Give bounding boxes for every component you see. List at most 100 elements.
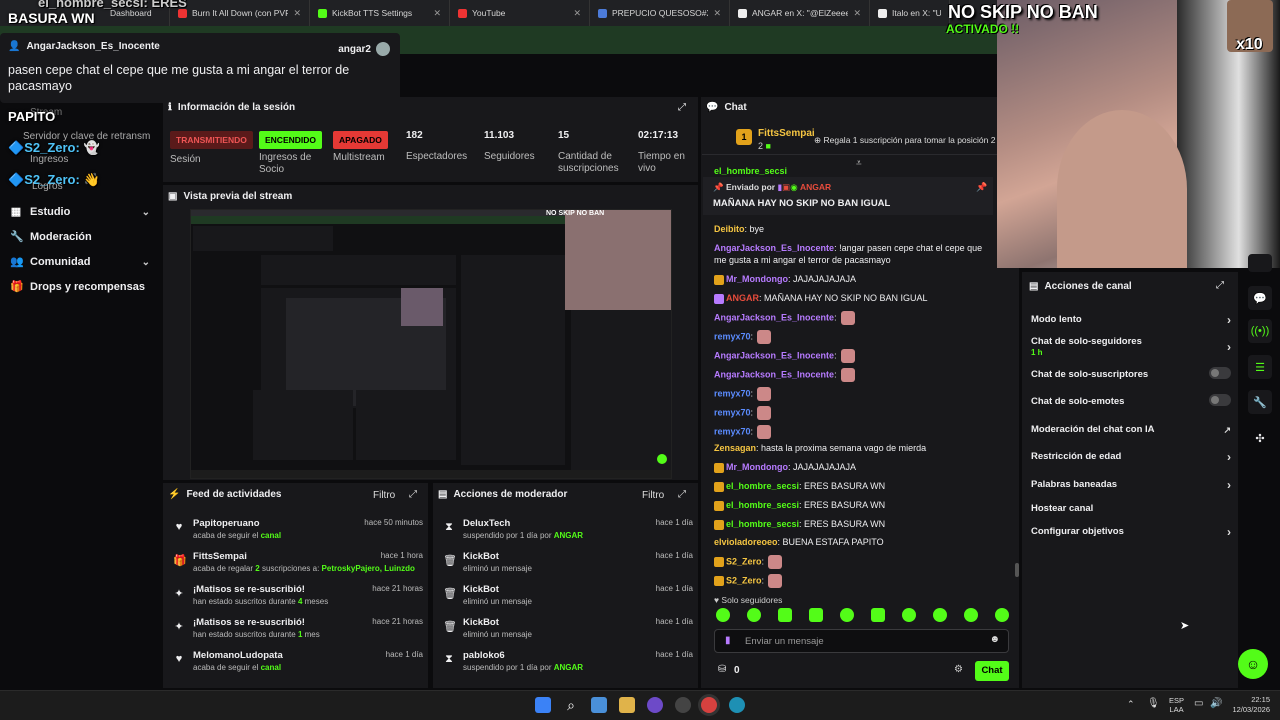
file-explorer-icon[interactable]	[619, 697, 635, 713]
network-icon[interactable]: ▭	[1194, 698, 1203, 709]
browser-tab[interactable]: KickBot TTS Settings ✕	[310, 0, 450, 26]
close-icon[interactable]: ✕	[853, 8, 861, 19]
emote-icon[interactable]	[840, 608, 854, 622]
slow-mode-row[interactable]: Modo lento ›	[1031, 313, 1231, 327]
chat-message: Mr_Mondongo: JAJAJAJAJAJA	[714, 273, 994, 285]
mic-icon[interactable]: 🎙	[1147, 698, 1160, 709]
expand-icon[interactable]: ⤢	[678, 102, 686, 113]
chevron-up-icon[interactable]: ⌃	[1127, 699, 1135, 710]
age-restriction-row[interactable]: Restricción de edad ›	[1031, 450, 1231, 464]
chat-input[interactable]: ▮ Enviar un mensaje ☻	[714, 629, 1009, 653]
browser-tab[interactable]: Italo en X: "Um	[870, 0, 950, 26]
chat-username[interactable]: el_hombre_secsi	[726, 519, 799, 529]
pin-icon[interactable]: 📌	[976, 182, 987, 193]
browser-tab[interactable]: Burn It All Down (con PVRIS)✕	[170, 0, 310, 26]
gear-icon[interactable]: ⚙	[954, 664, 963, 675]
chat-scrollbar[interactable]	[1015, 563, 1019, 577]
ai-moderation-row[interactable]: Moderación del chat con IA ↗	[1031, 424, 1231, 435]
chat-rail-icon[interactable]: 💬	[1248, 286, 1272, 310]
chat-text: :	[834, 350, 837, 361]
chat-username[interactable]: elvioladoreoeo	[714, 537, 778, 547]
chat-username[interactable]: AngarJackson_Es_Inocente	[714, 369, 834, 379]
discord-icon[interactable]	[647, 697, 663, 713]
chat-username[interactable]: Deibito	[714, 224, 745, 234]
puzzle-rail-icon[interactable]: ✣	[1248, 426, 1272, 450]
chat-username[interactable]: el_hombre_secsi	[726, 500, 799, 510]
emote-icon[interactable]	[809, 608, 823, 622]
filter-button[interactable]: Filtro	[642, 490, 664, 501]
close-icon[interactable]: ✕	[713, 8, 721, 19]
emote-icon[interactable]	[747, 608, 761, 622]
status-badge-encendido[interactable]: ENCENDIDO	[259, 131, 323, 149]
chat-username[interactable]: AngarJackson_Es_Inocente	[714, 350, 834, 360]
send-chat-button[interactable]: Chat	[975, 661, 1009, 681]
windows-start-icon[interactable]	[535, 697, 551, 713]
expand-icon[interactable]: ⤢	[409, 489, 417, 500]
nav-moderacion[interactable]: 🔧 Moderación	[10, 231, 150, 243]
close-icon[interactable]: ✕	[433, 8, 441, 19]
expand-icon[interactable]: ⤢	[1216, 280, 1224, 291]
nav-logros[interactable]: Logros	[32, 181, 63, 192]
chat-username[interactable]: remyx70	[714, 331, 751, 341]
emote-icon[interactable]	[778, 608, 792, 622]
search-icon[interactable]: ⌕	[563, 697, 579, 713]
chat-username[interactable]: AngarJackson_Es_Inocente	[714, 243, 834, 253]
emote-icon[interactable]	[716, 608, 730, 622]
collapse-icon[interactable]: ⩡	[856, 158, 862, 169]
chat-username[interactable]: Mr_Mondongo	[726, 274, 788, 284]
expand-icon[interactable]: ⤢	[678, 489, 686, 500]
emote-icon[interactable]	[871, 608, 885, 622]
points-icon[interactable]: ⛁	[718, 664, 726, 675]
stream-preview-video[interactable]: NO SKIP NO BAN	[190, 209, 672, 479]
emote-icon[interactable]	[902, 608, 916, 622]
host-channel-row[interactable]: Hostear canal	[1031, 503, 1231, 514]
chat-message: AngarJackson_Es_Inocente:	[714, 311, 994, 325]
nav-estudio[interactable]: ▦ Estudio ⌄	[10, 206, 150, 218]
nav-ingresos[interactable]: Ingresos	[30, 154, 68, 165]
browser-tab[interactable]: PREPUCIO QUESOSO#XXX✕	[590, 0, 730, 26]
nav-drops[interactable]: 🎁 Drops y recompensas	[10, 281, 150, 293]
clock[interactable]: 22:15 12/03/2026	[1226, 695, 1270, 715]
chat-username[interactable]: AngarJackson_Es_Inocente	[714, 312, 834, 322]
chrome-icon[interactable]	[701, 697, 717, 713]
list-rail-icon[interactable]: ☰	[1248, 355, 1272, 379]
volume-icon[interactable]: 🔊	[1210, 698, 1222, 709]
widgets-icon[interactable]	[591, 697, 607, 713]
browser-tab[interactable]: YouTube ✕	[450, 0, 590, 26]
chat-bubble-icon: 💬	[706, 102, 719, 113]
browser-tab[interactable]: ANGAR en X: "@ElZeeee ✕	[730, 0, 870, 26]
filter-button[interactable]: Filtro	[373, 490, 395, 501]
close-icon[interactable]: ✕	[573, 8, 581, 19]
obs-icon[interactable]	[675, 697, 691, 713]
chat-username[interactable]: Mr_Mondongo	[726, 462, 788, 472]
external-link-icon: ↗	[1223, 425, 1231, 435]
chat-username[interactable]: remyx70	[714, 426, 751, 436]
emotes-only-toggle[interactable]	[1209, 394, 1231, 406]
chat-username[interactable]: remyx70	[714, 407, 751, 417]
rail-button[interactable]	[1248, 254, 1272, 272]
followers-only-row[interactable]: Chat de solo-seguidores 1 h ›	[1031, 336, 1231, 357]
language-indicator[interactable]: ESP LAA	[1169, 696, 1184, 714]
top-gifter-name[interactable]: FittsSempai	[758, 128, 815, 139]
chat-username[interactable]: S2_Zero	[726, 575, 762, 585]
edge-icon[interactable]	[729, 697, 745, 713]
emote-icon[interactable]	[933, 608, 947, 622]
chat-username[interactable]: remyx70	[714, 388, 751, 398]
chat-username[interactable]: Zensagan	[714, 443, 756, 453]
subs-only-toggle[interactable]	[1209, 367, 1231, 379]
emote-icon[interactable]	[995, 608, 1009, 622]
emoji-icon[interactable]: ☻	[989, 634, 1000, 645]
chat-username[interactable]: S2_Zero	[726, 556, 762, 566]
status-badge-apagado[interactable]: APAGADO	[333, 131, 388, 149]
chat-username[interactable]: el_hombre_secsi	[726, 481, 799, 491]
emote-icon[interactable]	[964, 608, 978, 622]
chat-message: el_hombre_secsi: ERES BASURA WN	[714, 480, 994, 492]
goals-row[interactable]: Configurar objetivos ›	[1031, 525, 1231, 539]
wrench-rail-icon[interactable]: 🔧	[1248, 390, 1272, 414]
banned-words-row[interactable]: Palabras baneadas ›	[1031, 478, 1231, 492]
chat-username[interactable]: ANGAR	[726, 293, 759, 303]
close-icon[interactable]: ✕	[293, 8, 301, 19]
nav-comunidad[interactable]: 👥 Comunidad ⌄	[10, 256, 150, 268]
broadcast-rail-icon[interactable]: ((•))	[1248, 319, 1272, 343]
support-chat-icon[interactable]: ☺	[1238, 649, 1268, 679]
